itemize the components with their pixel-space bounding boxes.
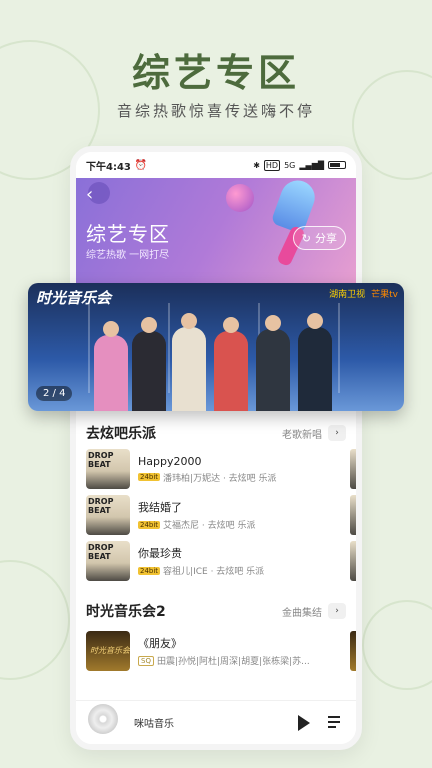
chevron-right-icon: ›: [328, 425, 346, 441]
share-icon: ↻: [301, 231, 311, 245]
album-cover: DROP BEAT: [86, 541, 130, 581]
mini-player[interactable]: 咪咕音乐: [76, 700, 356, 744]
status-bar: 下午4:43 ⏰ ✱ HD 5G ▂▄▆█: [76, 152, 356, 178]
share-label: 分享: [315, 232, 337, 245]
section-more-label: 老歌新唱: [282, 429, 322, 441]
song-row[interactable]: DROP BEAT 我结婚了 24bit 艾福杰尼 · 去炫吧 乐派: [86, 492, 356, 538]
performer-figure: [94, 321, 128, 411]
background-flower-decoration: [0, 560, 70, 680]
performer-figure: [256, 315, 290, 411]
next-card-peek: [350, 541, 356, 581]
header-banner: ‹ 综艺专区 综艺热歌 一网打尽 ↻ 分享: [76, 175, 356, 286]
alarm-icon: ⏰: [134, 159, 148, 171]
hero-title: 综艺专区: [131, 50, 300, 95]
hd-icon: HD: [263, 159, 281, 171]
song-artists: 艾福杰尼 · 去炫吧 乐派: [163, 521, 256, 531]
performer-figure: [298, 313, 332, 411]
chevron-right-icon: ›: [328, 603, 346, 619]
planet-decoration: [226, 184, 254, 212]
song-title: 你最珍贵: [138, 547, 182, 560]
carousel-card[interactable]: 时光音乐会 湖南卫视 芒果tv 2 / 4: [28, 283, 404, 411]
performer-figure: [214, 317, 248, 411]
play-icon[interactable]: [298, 714, 310, 731]
back-button[interactable]: ‹: [86, 184, 93, 205]
share-button[interactable]: ↻ 分享: [292, 226, 346, 250]
song-artists: 容祖儿|ICE · 去炫吧 乐派: [163, 567, 265, 577]
next-card-peek: [350, 495, 356, 535]
album-cover: 时光音乐会: [86, 631, 130, 671]
album-cover: DROP BEAT: [86, 495, 130, 535]
song-artists: 潘玮柏|万妮达 · 去炫吧 乐派: [163, 473, 277, 484]
quality-badge: 24bit: [138, 520, 161, 529]
performer-figure: [172, 313, 206, 411]
page-title: 综艺专区: [86, 222, 170, 246]
song-artists: 田震|孙悦|阿杜|周深|胡夏|张栋梁|苏...: [156, 657, 310, 667]
show-logo: 时光音乐会: [36, 289, 112, 307]
section-title: 去炫吧乐派: [86, 426, 156, 442]
song-row[interactable]: DROP BEAT Happy2000 24bit 潘玮柏|万妮达 · 去炫吧 …: [86, 446, 356, 492]
battery-icon: [328, 161, 346, 169]
section-title: 时光音乐会2: [86, 604, 166, 620]
channel-logo: 芒果tv: [371, 290, 398, 300]
next-card-peek: [350, 631, 356, 671]
performer-figure: [132, 317, 166, 411]
section-more-label: 金曲集结: [282, 607, 322, 619]
status-time: 下午4:43: [86, 161, 131, 173]
section-more-button[interactable]: 金曲集结 ›: [282, 603, 346, 619]
page-subtitle: 综艺热歌 一网打尽: [86, 250, 170, 261]
channel-logo: 湖南卫视: [329, 290, 366, 300]
song-title: 我结婚了: [138, 501, 182, 514]
playlist-icon[interactable]: [328, 715, 344, 730]
carousel-page-indicator: 2 / 4: [36, 386, 73, 401]
quality-badge: 24bit: [138, 566, 161, 575]
album-cover: DROP BEAT: [86, 449, 130, 489]
section-more-button[interactable]: 老歌新唱 ›: [282, 425, 346, 441]
stage-light: [168, 303, 170, 393]
section-qxb: 去炫吧乐派 老歌新唱 › DROP BEAT Happy2000 24bit 潘…: [86, 420, 356, 584]
quality-badge: SQ: [138, 655, 154, 666]
disc-icon: [88, 703, 118, 734]
stage-light: [88, 303, 90, 393]
stage-light: [338, 303, 340, 393]
player-track-name: 咪咕音乐: [134, 719, 174, 730]
song-title: 《朋友》: [138, 637, 182, 650]
phone-frame: 下午4:43 ⏰ ✱ HD 5G ▂▄▆█ ‹ 综艺专区 综艺热歌 一网打尽 ↻…: [70, 146, 362, 750]
content-area: 去炫吧乐派 老歌新唱 › DROP BEAT Happy2000 24bit 潘…: [76, 416, 356, 674]
background-flower-decoration: [362, 600, 432, 690]
song-row[interactable]: DROP BEAT 你最珍贵 24bit 容祖儿|ICE · 去炫吧 乐派: [86, 538, 356, 584]
network-label: 5G: [284, 160, 296, 170]
song-title: Happy2000: [138, 454, 202, 468]
song-row[interactable]: 时光音乐会 《朋友》 SQ 田震|孙悦|阿杜|周深|胡夏|张栋梁|苏...: [86, 628, 356, 674]
section-sgyyh: 时光音乐会2 金曲集结 › 时光音乐会 《朋友》 SQ 田震|孙悦|阿杜|周深|…: [86, 598, 356, 674]
bluetooth-icon: ✱: [253, 160, 260, 170]
quality-badge: 24bit: [138, 473, 161, 481]
next-card-peek: [350, 449, 356, 489]
hero-subtitle: 音综热歌惊喜传送嗨不停: [116, 102, 315, 120]
signal-icon: ▂▄▆█: [299, 160, 324, 170]
channel-logos: 湖南卫视 芒果tv: [329, 287, 398, 300]
